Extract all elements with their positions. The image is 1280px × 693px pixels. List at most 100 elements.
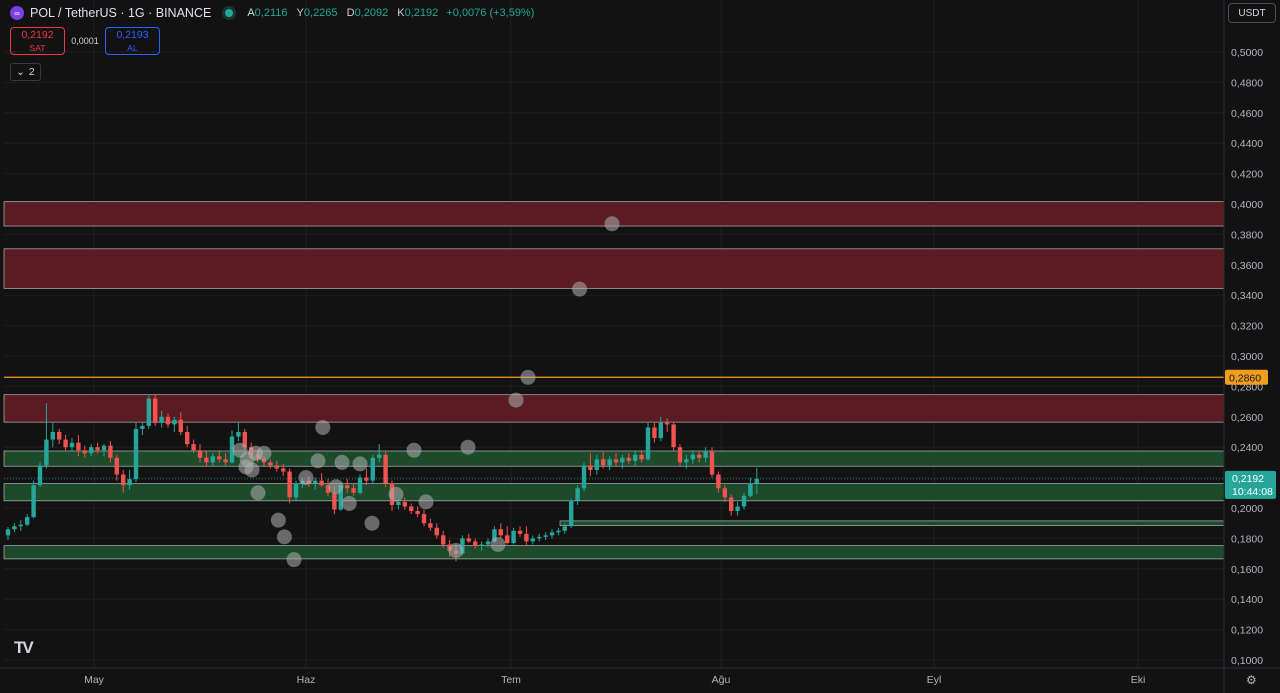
indicators-count: 2 [28, 66, 35, 78]
candle-body [620, 457, 625, 463]
y-tick-label: 0,1400 [1231, 594, 1263, 606]
support-zone [3, 450, 1225, 467]
symbol-title[interactable]: POL / TetherUS · 1G · BINANCE [30, 6, 211, 20]
candle-body [479, 544, 484, 546]
ohlc-high-key: Y [296, 7, 304, 19]
candle-body [370, 457, 375, 481]
candle-body [690, 454, 695, 460]
candle-body [383, 454, 388, 484]
projection-marker [352, 456, 368, 472]
y-tick-label: 0,3600 [1231, 260, 1263, 272]
candle-body [127, 479, 132, 486]
candle-body [716, 474, 721, 489]
candle-body [556, 530, 561, 533]
candle-body [31, 485, 36, 518]
y-tick-label: 0,4000 [1231, 199, 1263, 211]
candle-body [332, 492, 337, 510]
candle-body [671, 424, 676, 448]
candle-body [569, 500, 574, 527]
currency-button[interactable]: USDT [1228, 3, 1276, 23]
projection-marker [250, 485, 266, 501]
y-tick-label: 0,5000 [1231, 47, 1263, 59]
ohlc-low-key: D [346, 7, 355, 19]
candle-body [421, 514, 427, 524]
candle-body [210, 456, 215, 463]
candle-body [677, 447, 683, 463]
projection-marker [364, 515, 380, 531]
symbol-header[interactable]: ∞ POL / TetherUS · 1G · BINANCE A0,2116 … [10, 4, 534, 22]
candle-body [517, 530, 523, 534]
sell-button[interactable]: 0,2192 SAT [10, 27, 65, 55]
projection-marker [418, 494, 434, 510]
candle-body [639, 454, 644, 460]
projection-marker [520, 369, 536, 385]
y-tick-label: 0,4800 [1231, 77, 1263, 89]
candle-body [537, 536, 542, 539]
candle-body [63, 439, 68, 448]
y-tick-label: 0,1000 [1231, 655, 1263, 667]
projection-marker [460, 439, 476, 455]
candle-body [735, 506, 740, 512]
projection-marker [328, 479, 344, 495]
candle-body [82, 450, 87, 454]
candle-body [396, 501, 401, 505]
candle-body [69, 442, 75, 448]
settings-gear-icon[interactable]: ⚙ [1246, 673, 1257, 687]
buy-button[interactable]: 0,2193 AL [105, 27, 160, 55]
candle-body [114, 457, 119, 475]
spread-value: 0,0001 [71, 36, 99, 46]
candle-body [722, 488, 727, 498]
y-tick-label: 0,1600 [1231, 564, 1263, 576]
y-tick-label: 0,3200 [1231, 321, 1263, 333]
candle-body [44, 439, 49, 466]
chart-background [0, 0, 1280, 693]
candle-body [741, 495, 747, 507]
candle-body [645, 427, 651, 460]
candle-body [626, 457, 631, 461]
candle-body [191, 444, 196, 451]
support-zone [559, 520, 1225, 526]
candle-body [345, 485, 350, 489]
x-tick-label: Tem [501, 674, 521, 686]
projection-marker [604, 216, 620, 232]
projection-marker [448, 543, 464, 559]
candle-body [748, 483, 753, 496]
projection-marker [406, 442, 422, 458]
projection-marker [298, 470, 314, 486]
projection-marker [572, 281, 588, 297]
candle-body [658, 422, 663, 439]
candle-body [95, 447, 100, 451]
price-chart[interactable]: 0,1000 0,1200 0,1400 0,1600 0,1800 0,2000 0,22… [0, 0, 1280, 693]
candle-body [76, 442, 81, 451]
trade-panel: 0,2192 SAT 0,0001 0,2193 AL [10, 27, 160, 55]
projection-marker [286, 552, 302, 568]
y-tick-label: 0,2600 [1231, 412, 1263, 424]
y-tick-label: 0,3000 [1231, 351, 1263, 363]
ohlc-open-key: A [247, 7, 255, 19]
projection-marker [276, 529, 292, 545]
orange-price-label: 0,2860 [1229, 372, 1261, 384]
candle-body [153, 398, 158, 423]
candle-body [473, 541, 478, 546]
candle-body [409, 506, 414, 512]
projection-marker [334, 454, 350, 470]
y-tick-label: 0,1200 [1231, 625, 1263, 637]
y-tick-label: 0,1800 [1231, 533, 1263, 545]
candle-body [5, 529, 11, 536]
candle-body [601, 459, 606, 466]
ohlc-close-key: K [397, 7, 405, 19]
candle-body [485, 541, 491, 545]
candle-body [357, 477, 363, 493]
sell-label: SAT [29, 43, 46, 53]
ohlc-low-value: 0,2092 [354, 7, 389, 19]
candle-body [665, 422, 670, 425]
indicators-toggle[interactable]: ⌄ 2 [10, 63, 41, 81]
candle-body [543, 535, 548, 537]
candle-body [140, 425, 145, 429]
ohlc-open-value: 0,2116 [254, 7, 288, 19]
candle-body [236, 432, 241, 437]
projection-marker [341, 495, 357, 511]
sell-price: 0,2192 [21, 29, 54, 41]
candle-body [146, 398, 151, 426]
candle-body [402, 501, 407, 507]
